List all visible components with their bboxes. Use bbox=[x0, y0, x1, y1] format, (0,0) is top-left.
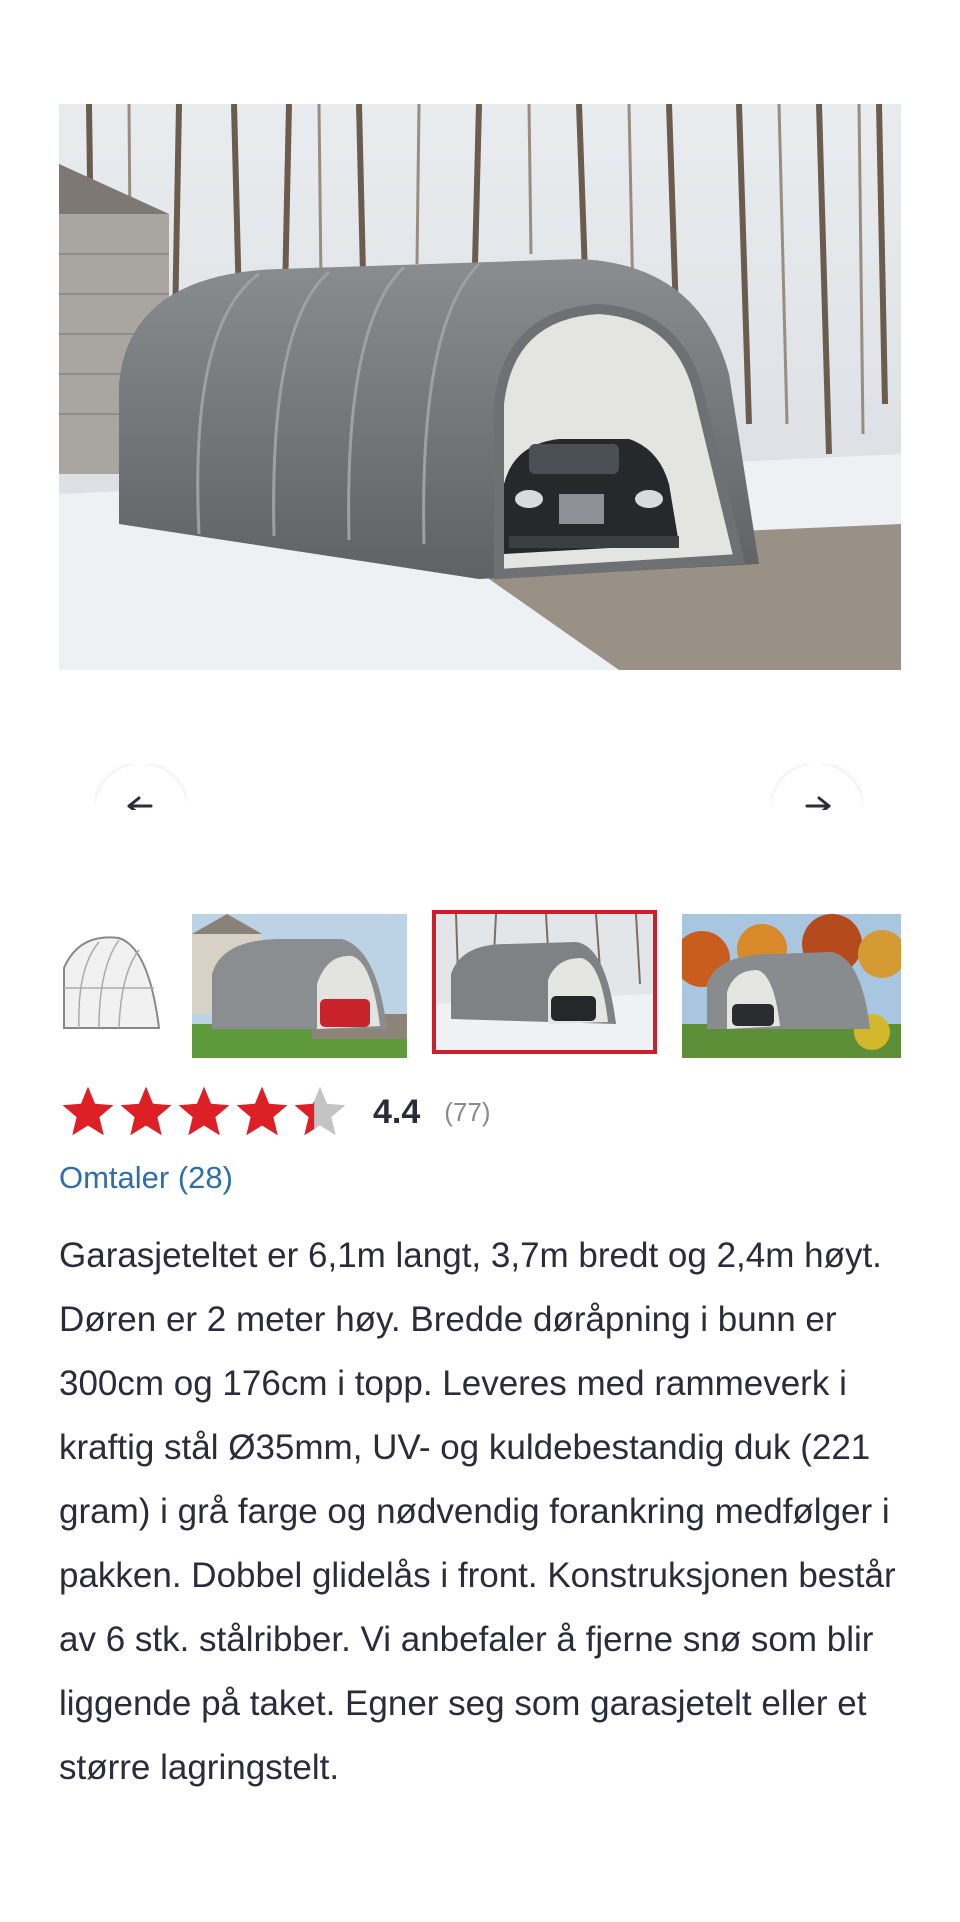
thumbnail-2[interactable] bbox=[192, 914, 407, 1058]
thumbnail-strip bbox=[59, 910, 901, 1058]
star-icon bbox=[178, 1086, 230, 1136]
rating-value: 4.4 bbox=[373, 1092, 421, 1131]
tent-winter-thumbnail bbox=[436, 914, 653, 1050]
product-description: Garasjeteltet er 6,1m langt, 3,7m bredt … bbox=[59, 1236, 896, 1787]
product-rating[interactable]: 4.4 (77) bbox=[59, 1082, 491, 1142]
star-icon bbox=[236, 1086, 288, 1136]
thumbnail-1[interactable] bbox=[59, 928, 161, 1040]
thumbnail-4[interactable] bbox=[682, 914, 901, 1058]
tent-autumn-thumbnail bbox=[682, 914, 901, 1058]
arrow-left-icon bbox=[127, 796, 153, 810]
star-icon bbox=[120, 1086, 172, 1136]
thumbnail-3-selected[interactable] bbox=[432, 910, 657, 1054]
arrow-right-icon bbox=[805, 796, 831, 810]
reviews-link[interactable]: Omtaler (28) bbox=[59, 1160, 233, 1196]
tent-photo bbox=[59, 104, 901, 670]
tent-summer-thumbnail bbox=[192, 914, 407, 1058]
tent-frame-thumbnail bbox=[59, 928, 161, 1040]
rating-stars bbox=[59, 1082, 351, 1142]
carousel-next-button[interactable] bbox=[771, 764, 863, 810]
product-main-image[interactable] bbox=[59, 104, 901, 670]
carousel-prev-button[interactable] bbox=[95, 764, 187, 810]
star-icon bbox=[62, 1086, 114, 1136]
star-icon bbox=[294, 1086, 346, 1136]
rating-count: (77) bbox=[444, 1096, 491, 1127]
